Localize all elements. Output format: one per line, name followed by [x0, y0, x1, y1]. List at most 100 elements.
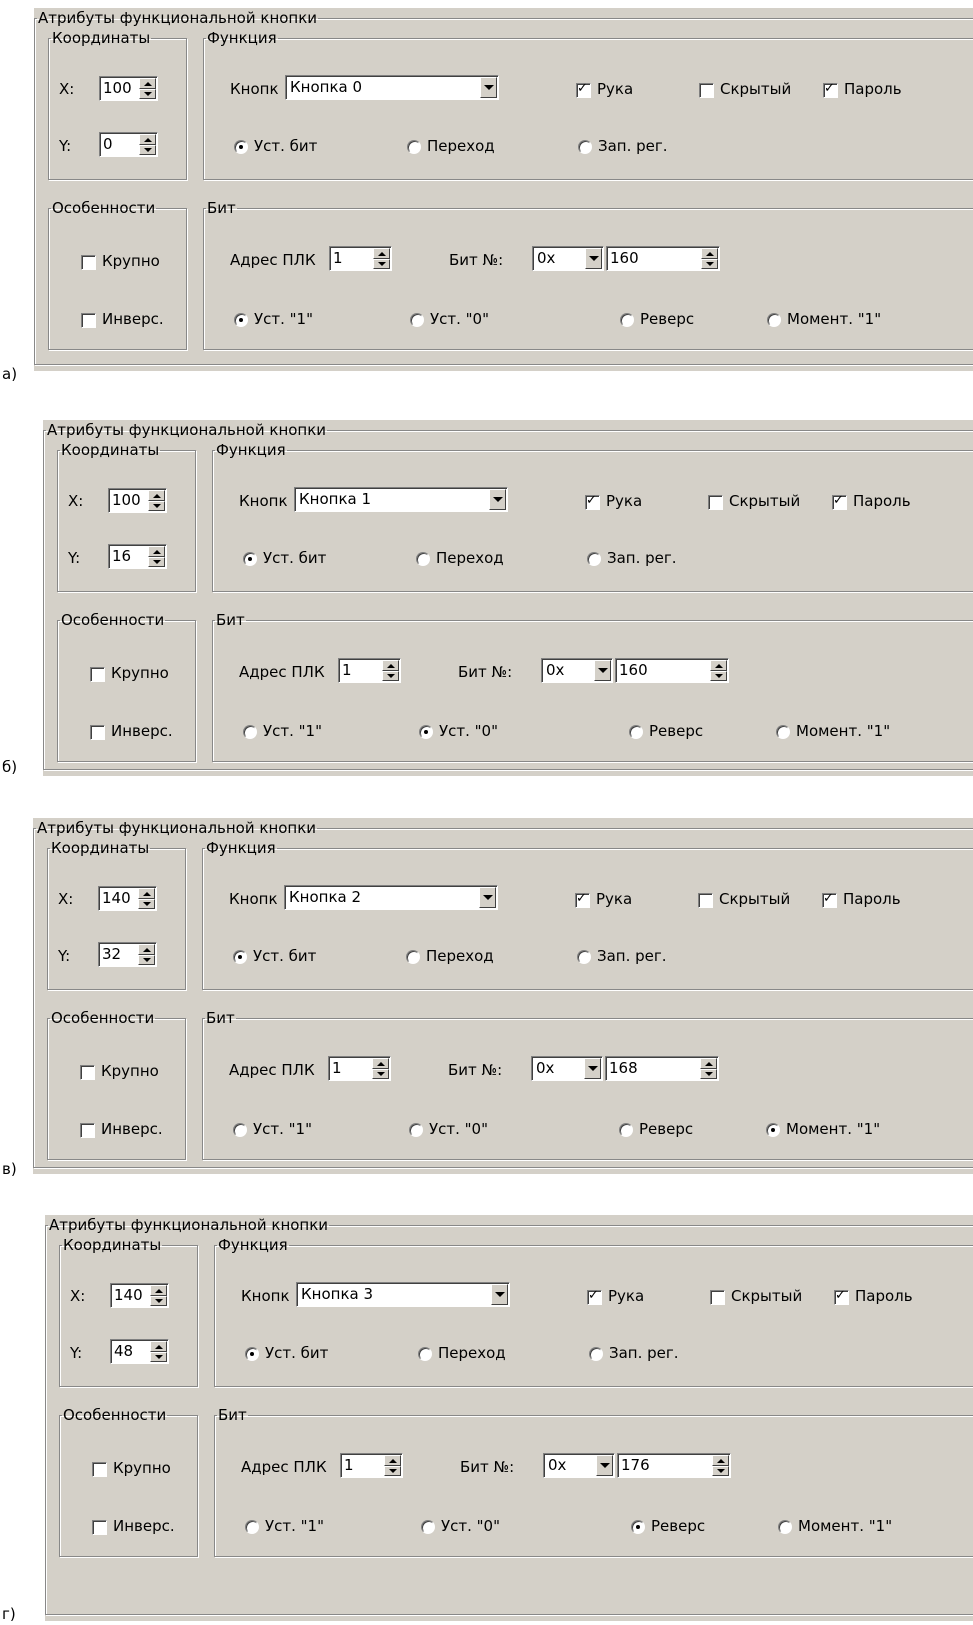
moment-one-radio[interactable]: [776, 725, 790, 739]
bit-prefix-select[interactable]: 0x: [531, 1056, 603, 1081]
set-one-radio[interactable]: [234, 313, 248, 327]
password-checkbox[interactable]: [822, 891, 837, 908]
spin-buttons[interactable]: [700, 1058, 717, 1079]
spin-buttons[interactable]: [701, 248, 718, 269]
large-checkbox[interactable]: [80, 1065, 95, 1080]
spin-down-icon[interactable]: [373, 258, 390, 269]
bit-prefix-select[interactable]: 0x: [541, 658, 613, 683]
y-spinner[interactable]: 32: [98, 942, 157, 967]
plc-address-spinner[interactable]: 1: [338, 658, 401, 683]
set-bit-radio[interactable]: [243, 552, 257, 566]
set-one-radio[interactable]: [243, 725, 257, 739]
spin-buttons[interactable]: [138, 944, 155, 965]
chevron-down-icon[interactable]: [584, 1058, 601, 1079]
spin-buttons[interactable]: [138, 888, 155, 909]
set-zero-radio[interactable]: [410, 313, 424, 327]
chevron-down-icon[interactable]: [479, 887, 496, 908]
password-checkbox[interactable]: [823, 81, 838, 98]
plc-address-spinner[interactable]: 1: [340, 1453, 403, 1478]
spin-buttons[interactable]: [373, 248, 390, 269]
spin-up-icon[interactable]: [139, 134, 156, 145]
reverse-radio[interactable]: [619, 1123, 633, 1137]
x-spinner[interactable]: 100: [99, 76, 158, 101]
password-checkbox[interactable]: [834, 1288, 849, 1305]
set-bit-radio[interactable]: [245, 1347, 259, 1361]
write-reg-radio[interactable]: [578, 140, 592, 154]
set-bit-radio[interactable]: [233, 950, 247, 964]
transition-radio[interactable]: [416, 552, 430, 566]
spin-buttons[interactable]: [150, 1285, 167, 1306]
set-one-radio[interactable]: [245, 1520, 259, 1534]
spin-buttons[interactable]: [148, 490, 165, 511]
spin-down-icon[interactable]: [139, 144, 156, 155]
write-reg-radio[interactable]: [587, 552, 601, 566]
invert-checkbox[interactable]: [81, 313, 96, 328]
spin-buttons[interactable]: [384, 1455, 401, 1476]
spin-buttons[interactable]: [148, 546, 165, 567]
spin-up-icon[interactable]: [372, 1058, 389, 1069]
spin-up-icon[interactable]: [150, 1341, 167, 1352]
hidden-checkbox[interactable]: [710, 1290, 725, 1305]
spin-buttons[interactable]: [139, 134, 156, 155]
bit-number-spinner[interactable]: 176: [617, 1453, 731, 1478]
set-bit-radio[interactable]: [234, 140, 248, 154]
spin-up-icon[interactable]: [710, 660, 727, 671]
invert-checkbox[interactable]: [92, 1520, 107, 1535]
x-spinner[interactable]: 140: [98, 886, 157, 911]
large-checkbox[interactable]: [81, 255, 96, 270]
hidden-checkbox[interactable]: [708, 495, 723, 510]
button-select[interactable]: Кнопка 3: [296, 1282, 510, 1307]
spin-down-icon[interactable]: [148, 556, 165, 567]
spin-buttons[interactable]: [710, 660, 727, 681]
spin-down-icon[interactable]: [710, 670, 727, 681]
reverse-radio[interactable]: [631, 1520, 645, 1534]
spin-up-icon[interactable]: [138, 944, 155, 955]
bit-number-spinner[interactable]: 160: [606, 246, 720, 271]
moment-one-radio[interactable]: [766, 1123, 780, 1137]
spin-up-icon[interactable]: [138, 888, 155, 899]
spin-down-icon[interactable]: [138, 954, 155, 965]
spin-down-icon[interactable]: [148, 500, 165, 511]
spin-up-icon[interactable]: [700, 1058, 717, 1069]
spin-buttons[interactable]: [139, 78, 156, 99]
hand-checkbox[interactable]: [585, 493, 600, 510]
set-zero-radio[interactable]: [409, 1123, 423, 1137]
bit-prefix-select[interactable]: 0x: [532, 246, 604, 271]
x-spinner[interactable]: 140: [110, 1283, 169, 1308]
plc-address-spinner[interactable]: 1: [328, 1056, 391, 1081]
spin-up-icon[interactable]: [148, 546, 165, 557]
hand-checkbox[interactable]: [576, 81, 591, 98]
spin-up-icon[interactable]: [712, 1455, 729, 1466]
button-select[interactable]: Кнопка 1: [294, 487, 508, 512]
reverse-radio[interactable]: [620, 313, 634, 327]
hidden-checkbox[interactable]: [699, 83, 714, 98]
moment-one-radio[interactable]: [767, 313, 781, 327]
button-select[interactable]: Кнопка 0: [285, 75, 499, 100]
spin-buttons[interactable]: [150, 1341, 167, 1362]
spin-up-icon[interactable]: [139, 78, 156, 89]
spin-up-icon[interactable]: [701, 248, 718, 259]
hand-checkbox[interactable]: [575, 891, 590, 908]
spin-buttons[interactable]: [712, 1455, 729, 1476]
chevron-down-icon[interactable]: [480, 77, 497, 98]
spin-buttons[interactable]: [372, 1058, 389, 1079]
chevron-down-icon[interactable]: [594, 660, 611, 681]
bit-number-spinner[interactable]: 168: [605, 1056, 719, 1081]
invert-checkbox[interactable]: [80, 1123, 95, 1138]
set-zero-radio[interactable]: [421, 1520, 435, 1534]
spin-down-icon[interactable]: [138, 898, 155, 909]
chevron-down-icon[interactable]: [491, 1284, 508, 1305]
y-spinner[interactable]: 48: [110, 1339, 169, 1364]
spin-down-icon[interactable]: [700, 1068, 717, 1079]
set-zero-radio[interactable]: [419, 725, 433, 739]
transition-radio[interactable]: [406, 950, 420, 964]
hidden-checkbox[interactable]: [698, 893, 713, 908]
spin-down-icon[interactable]: [372, 1068, 389, 1079]
spin-down-icon[interactable]: [384, 1465, 401, 1476]
spin-down-icon[interactable]: [150, 1295, 167, 1306]
spin-up-icon[interactable]: [373, 248, 390, 259]
large-checkbox[interactable]: [92, 1462, 107, 1477]
spin-down-icon[interactable]: [701, 258, 718, 269]
moment-one-radio[interactable]: [778, 1520, 792, 1534]
chevron-down-icon[interactable]: [585, 248, 602, 269]
